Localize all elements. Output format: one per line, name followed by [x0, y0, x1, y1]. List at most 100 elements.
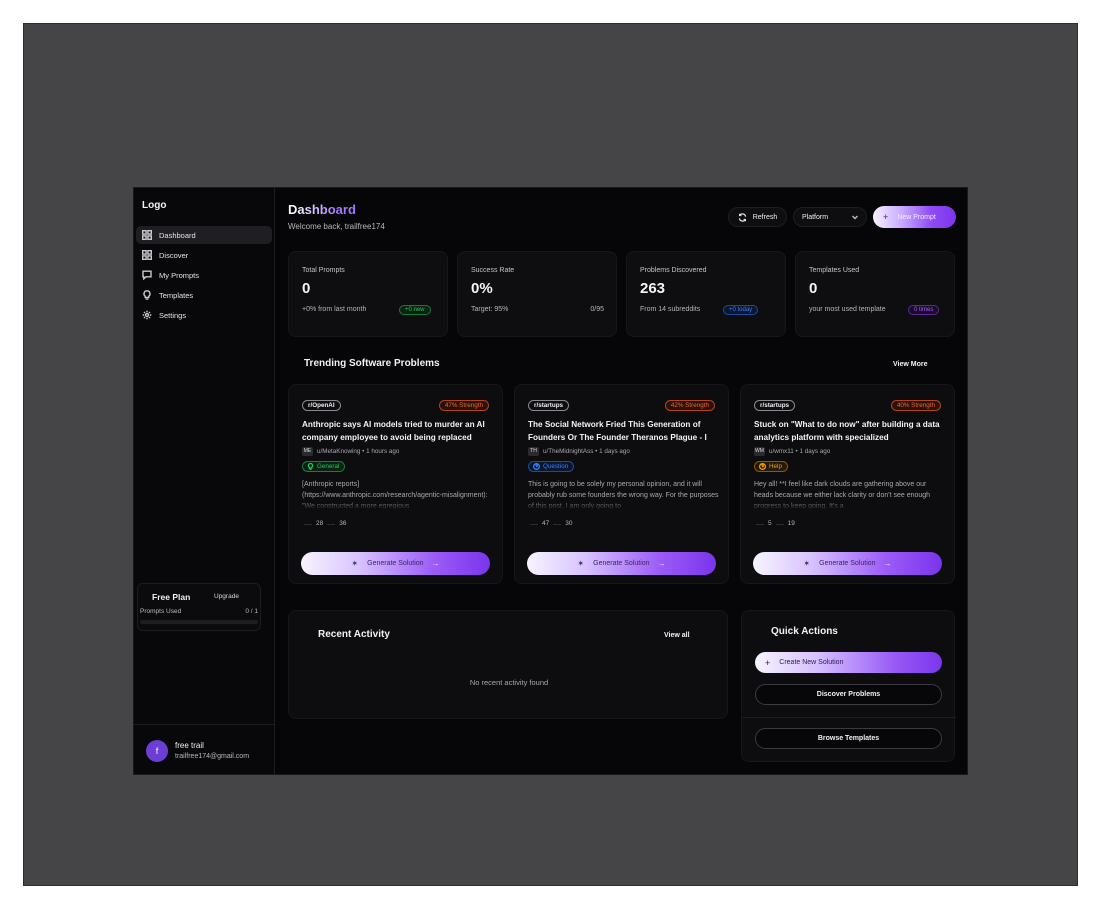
sidebar-item-dashboard[interactable]: Dashboard — [136, 226, 272, 244]
post-time: 1 days ago — [799, 448, 831, 455]
main-content: Dashboard Welcome back, trailfree174 Ref… — [275, 188, 967, 774]
subreddit-tag[interactable]: r/startups — [754, 400, 796, 411]
arrow-right-icon: → — [431, 559, 440, 568]
user-name: free trail — [175, 741, 204, 750]
sidebar-item-label: Settings — [159, 310, 187, 320]
sidebar-item-label: Discover — [159, 250, 189, 260]
stat-label: Templates Used — [809, 267, 860, 274]
welcome-text: Welcome back, trailfree174 — [288, 222, 385, 231]
recent-activity-panel: Recent Activity View all No recent activ… — [288, 610, 728, 719]
new-prompt-button[interactable]: + New Prompt — [873, 206, 956, 228]
generate-solution-button[interactable]: ✶ Generate Solution → — [753, 552, 942, 575]
problem-title[interactable]: Anthropic says AI models tried to murder… — [302, 418, 497, 444]
post-stats: 28 36 — [304, 520, 350, 527]
create-new-solution-button[interactable]: + Create New Solution — [755, 652, 942, 673]
problem-card[interactable]: r/startups 40% Strength Stuck on "What t… — [740, 384, 955, 584]
sidebar-item-settings[interactable]: Settings — [136, 306, 272, 324]
sparkle-icon: ✶ — [577, 559, 585, 568]
stat-value: 0 — [809, 280, 818, 297]
problem-card[interactable]: r/OpenAI 47% Strength Anthropic says AI … — [288, 384, 503, 584]
upvote-icon — [304, 524, 312, 525]
stat-label: Problems Discovered — [640, 267, 707, 274]
user-profile[interactable]: f free trail trailfree174@gmail.com — [134, 724, 274, 774]
platform-select[interactable]: Platform — [793, 207, 867, 227]
problem-title[interactable]: Stuck on "What to do now" after building… — [754, 418, 949, 444]
logo: Logo — [142, 200, 167, 211]
stat-value: 0 — [302, 280, 311, 297]
subreddit-tag[interactable]: r/startups — [528, 400, 570, 411]
category-label: General — [317, 463, 340, 470]
refresh-icon — [738, 212, 746, 222]
view-more-link[interactable]: View More — [893, 361, 928, 368]
sidebar-item-discover[interactable]: Discover — [136, 246, 272, 264]
generate-solution-button[interactable]: ✶ Generate Solution → — [527, 552, 716, 575]
trending-section-title: Trending Software Problems — [304, 358, 440, 369]
status-badge: +0 new — [399, 305, 431, 315]
category-badge: General — [302, 461, 346, 472]
problem-card[interactable]: r/startups 42% Strength The Social Netwo… — [514, 384, 729, 584]
stat-label: Total Prompts — [302, 267, 345, 274]
arrow-right-icon: → — [883, 559, 892, 568]
quick-actions-title: Quick Actions — [771, 626, 838, 637]
generate-solution-label: Generate Solution — [819, 560, 876, 567]
browse-templates-button[interactable]: Browse Templates — [755, 728, 942, 749]
upvote-count: 5 — [768, 520, 772, 527]
refresh-button[interactable]: Refresh — [728, 207, 787, 227]
post-time: 1 hours ago — [366, 448, 400, 455]
avatar: f — [146, 740, 168, 762]
chevron-down-icon — [852, 215, 858, 220]
view-all-link[interactable]: View all — [664, 632, 690, 639]
sparkle-icon: ✶ — [351, 559, 359, 568]
stat-subtext: your most used template — [809, 306, 886, 313]
stat-label: Success Rate — [471, 267, 515, 274]
usage-progress-bar — [140, 620, 258, 624]
category-label: Question — [543, 463, 569, 470]
plan-title: Free Plan — [152, 592, 191, 602]
category-badge: Question — [528, 461, 575, 472]
upgrade-link[interactable]: Upgrade — [214, 593, 239, 600]
message-icon — [142, 270, 152, 280]
comment-count: 30 — [565, 520, 573, 527]
stat-card-success-rate: Success Rate 0% Target: 95% 0/95 — [457, 251, 617, 337]
strength-badge: 40% Strength — [890, 400, 941, 411]
status-badge: +0 today — [723, 305, 759, 315]
author-avatar: WM — [754, 447, 765, 456]
gear-icon — [142, 310, 152, 320]
refresh-label: Refresh — [752, 213, 778, 221]
post-time: 1 days ago — [599, 448, 630, 455]
problem-title[interactable]: The Social Network Fried This Generation… — [528, 418, 723, 444]
plus-icon: + — [883, 212, 889, 222]
new-prompt-label: New Prompt — [897, 213, 936, 221]
app-window: Logo Dashboard Discover My Prompts Templ… — [133, 187, 968, 775]
post-meta: ME u/MetaKnowing • 1 hours ago — [302, 447, 399, 456]
generate-solution-button[interactable]: ✶ Generate Solution → — [301, 552, 490, 575]
question-icon — [533, 463, 540, 470]
sidebar-item-templates[interactable]: Templates — [136, 286, 272, 304]
post-excerpt: This is going to be solely my personal o… — [528, 481, 720, 510]
author-avatar: TH — [528, 447, 539, 456]
author-avatar: ME — [302, 447, 313, 456]
generate-solution-label: Generate Solution — [593, 560, 650, 567]
plus-icon: + — [765, 657, 771, 668]
prompts-used-label: Prompts Used — [140, 608, 182, 615]
page-title: Dashboard — [288, 202, 356, 217]
stat-subtext: From 14 subreddits — [640, 306, 701, 313]
arrow-right-icon: → — [657, 559, 666, 568]
subreddit-tag[interactable]: r/OpenAI — [302, 400, 341, 411]
discover-problems-button[interactable]: Discover Problems — [755, 684, 942, 705]
user-email: trailfree174@gmail.com — [175, 753, 250, 760]
comment-count: 19 — [787, 520, 795, 527]
sidebar-item-my-prompts[interactable]: My Prompts — [136, 266, 272, 284]
stat-card-problems-discovered: Problems Discovered 263 From 14 subreddi… — [626, 251, 786, 337]
post-meta: WM u/wmx11 • 1 days ago — [754, 447, 830, 456]
empty-state-text: No recent activity found — [469, 678, 549, 687]
upvote-icon — [756, 524, 764, 525]
strength-badge: 42% Strength — [664, 400, 715, 411]
stat-value: 263 — [640, 280, 666, 297]
plan-card: Free Plan Upgrade Prompts Used 0 / 1 — [137, 583, 261, 631]
comment-icon — [775, 524, 784, 525]
lightbulb-icon — [143, 290, 151, 300]
stat-card-total-prompts: Total Prompts 0 +0% from last month +0 n… — [288, 251, 448, 337]
post-stats: 47 30 — [530, 520, 576, 527]
sidebar-item-label: Templates — [159, 290, 194, 300]
